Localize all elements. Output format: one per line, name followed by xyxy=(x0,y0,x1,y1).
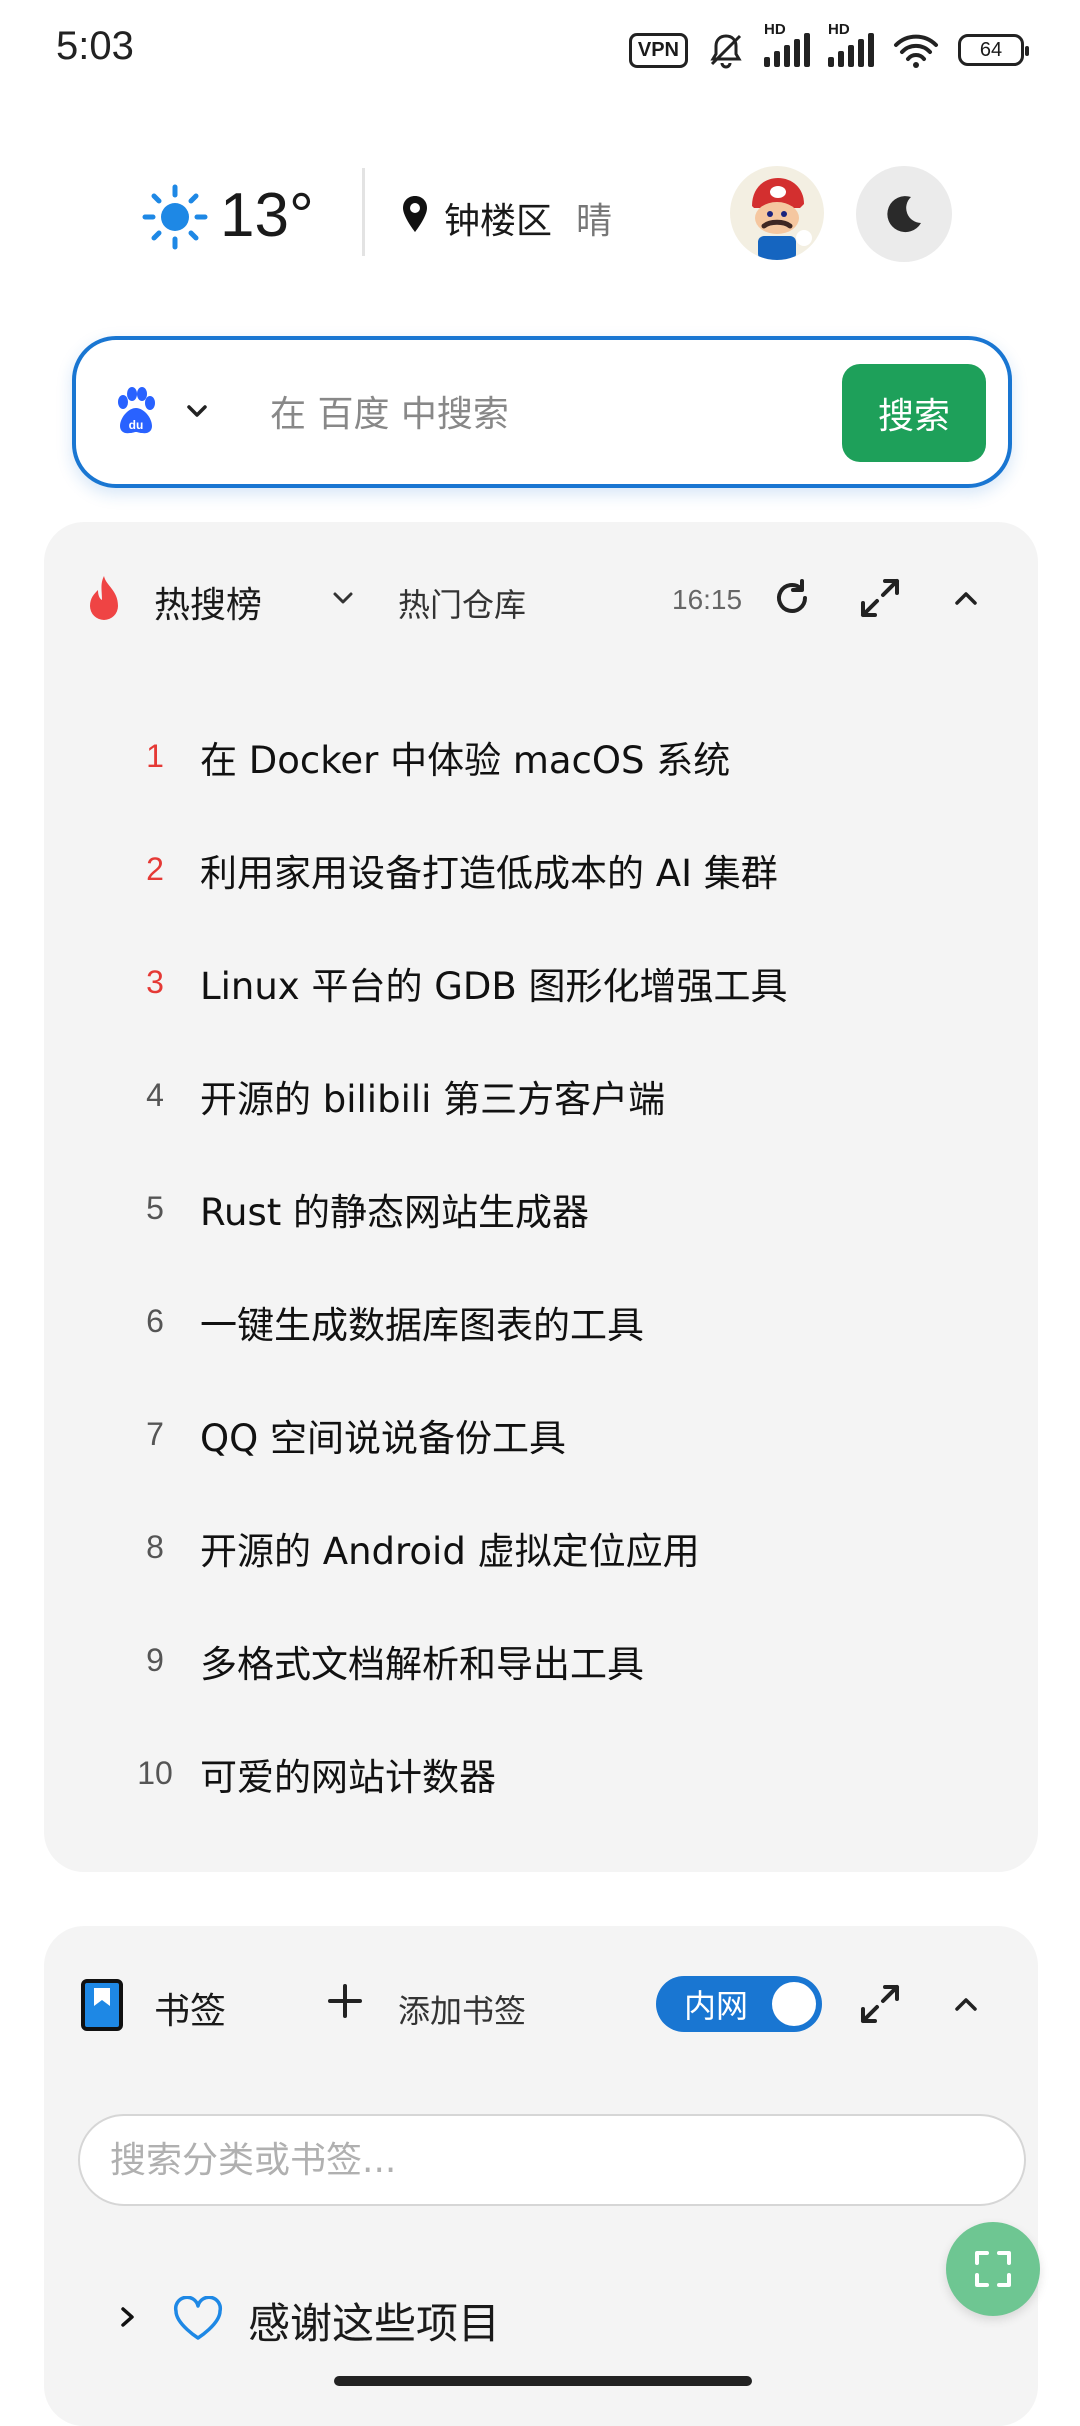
chevron-right-icon[interactable] xyxy=(116,2302,140,2332)
rank-number: 6 xyxy=(146,1303,164,1339)
list-item[interactable]: 2 利用家用设备打造低成本的 AI 集群 xyxy=(110,813,990,926)
heart-icon xyxy=(173,2296,223,2340)
toggle-label: 内网 xyxy=(684,1987,749,2025)
temperature: 13° xyxy=(220,181,314,250)
fullscreen-icon xyxy=(975,2251,1011,2287)
rank-number: 9 xyxy=(146,1642,164,1678)
expand-icon xyxy=(861,579,899,617)
item-title: 多格式文档解析和导出工具 xyxy=(200,1642,644,1686)
bookmark-group-label[interactable]: 感谢这些项目 xyxy=(248,2290,500,2351)
collapse-button[interactable] xyxy=(940,1978,992,2030)
bookmark-search-input[interactable] xyxy=(78,2114,1026,2206)
sun-icon xyxy=(142,184,208,250)
chevron-up-icon xyxy=(955,592,977,605)
list-item[interactable]: 7 QQ 空间说说备份工具 xyxy=(110,1378,990,1491)
expand-button[interactable] xyxy=(854,572,906,624)
plus-icon[interactable] xyxy=(322,1978,368,2024)
hot-search-list: 1 在 Docker 中体验 macOS 系统 2 利用家用设备打造低成本的 AI … xyxy=(110,700,990,1830)
refresh-icon xyxy=(777,579,807,613)
list-item[interactable]: 6 一键生成数据库图表的工具 xyxy=(110,1265,990,1378)
list-item[interactable]: 1 在 Docker 中体验 macOS 系统 xyxy=(110,700,990,813)
flame-icon xyxy=(90,576,118,620)
item-title: 利用家用设备打造低成本的 AI 集群 xyxy=(200,851,778,895)
weather-condition: 晴 xyxy=(576,201,613,242)
signal-1-icon: HD xyxy=(764,21,810,67)
moon-icon xyxy=(887,196,921,233)
rank-number: 2 xyxy=(146,851,164,887)
item-title: 可爱的网站计数器 xyxy=(200,1755,496,1799)
battery-icon: 64 xyxy=(958,34,1029,66)
chevron-down-icon[interactable] xyxy=(330,588,356,608)
intranet-toggle[interactable]: 内网 xyxy=(656,1976,822,2032)
location-pin-icon xyxy=(403,196,427,232)
hot-search-title: 热搜榜 xyxy=(154,585,263,626)
dark-mode-button[interactable] xyxy=(856,166,952,262)
item-title: 一键生成数据库图表的工具 xyxy=(200,1303,644,1347)
mute-bell-icon xyxy=(710,34,742,69)
rank-number: 1 xyxy=(146,738,164,774)
list-item[interactable]: 3 Linux 平台的 GDB 图形化增强工具 xyxy=(110,926,990,1039)
rank-number: 3 xyxy=(146,964,164,1000)
list-item[interactable]: 10 可爱的网站计数器 xyxy=(110,1717,990,1830)
rank-number: 5 xyxy=(146,1190,164,1226)
rank-number: 4 xyxy=(146,1077,164,1113)
search-input[interactable] xyxy=(270,386,810,442)
add-bookmark-button[interactable]: 添加书签 xyxy=(398,1986,526,2032)
refresh-button[interactable] xyxy=(766,572,818,624)
hot-source-selector[interactable]: 热门仓库 xyxy=(398,580,526,626)
expand-button[interactable] xyxy=(854,1978,906,2030)
divider xyxy=(362,168,365,256)
item-title: 在 Docker 中体验 macOS 系统 xyxy=(200,738,731,782)
expand-icon xyxy=(861,1985,899,2023)
status-icons: VPN HD HD 64 xyxy=(628,21,1029,70)
vpn-indicator: VPN xyxy=(628,32,688,68)
list-item[interactable]: 4 开源的 bilibili 第三方客户端 xyxy=(110,1039,990,1152)
svg-text:du: du xyxy=(129,418,144,432)
item-title: 开源的 bilibili 第三方客户端 xyxy=(200,1077,666,1121)
item-title: Linux 平台的 GDB 图形化增强工具 xyxy=(200,964,788,1008)
toggle-knob xyxy=(772,1982,816,2026)
rank-number: 7 xyxy=(146,1416,164,1452)
item-title: QQ 空间说说备份工具 xyxy=(200,1416,567,1460)
search-button[interactable]: 搜索 xyxy=(842,364,986,462)
chevron-up-icon xyxy=(955,1998,977,2011)
hot-update-time: 16:15 xyxy=(672,584,743,615)
avatar[interactable] xyxy=(730,166,824,260)
status-time: 5:03 xyxy=(56,24,134,68)
wifi-icon xyxy=(894,34,938,68)
bookmarks-title: 书签 xyxy=(154,1991,227,2032)
list-item[interactable]: 9 多格式文档解析和导出工具 xyxy=(110,1604,990,1717)
list-item[interactable]: 5 Rust 的静态网站生成器 xyxy=(110,1152,990,1265)
item-title: 开源的 Android 虚拟定位应用 xyxy=(200,1529,700,1573)
district-label[interactable]: 钟楼区 xyxy=(444,192,552,244)
signal-2-icon: HD xyxy=(828,21,874,67)
list-item[interactable]: 8 开源的 Android 虚拟定位应用 xyxy=(110,1491,990,1604)
rank-number: 10 xyxy=(137,1755,173,1791)
item-title: Rust 的静态网站生成器 xyxy=(200,1190,590,1234)
home-indicator[interactable] xyxy=(334,2376,752,2386)
baidu-paw-icon[interactable]: du xyxy=(112,386,160,436)
chevron-down-icon[interactable] xyxy=(184,398,210,424)
bookmark-icon xyxy=(81,1979,123,2031)
rank-number: 8 xyxy=(146,1529,164,1565)
collapse-button[interactable] xyxy=(940,572,992,624)
fullscreen-button[interactable] xyxy=(946,2222,1040,2316)
